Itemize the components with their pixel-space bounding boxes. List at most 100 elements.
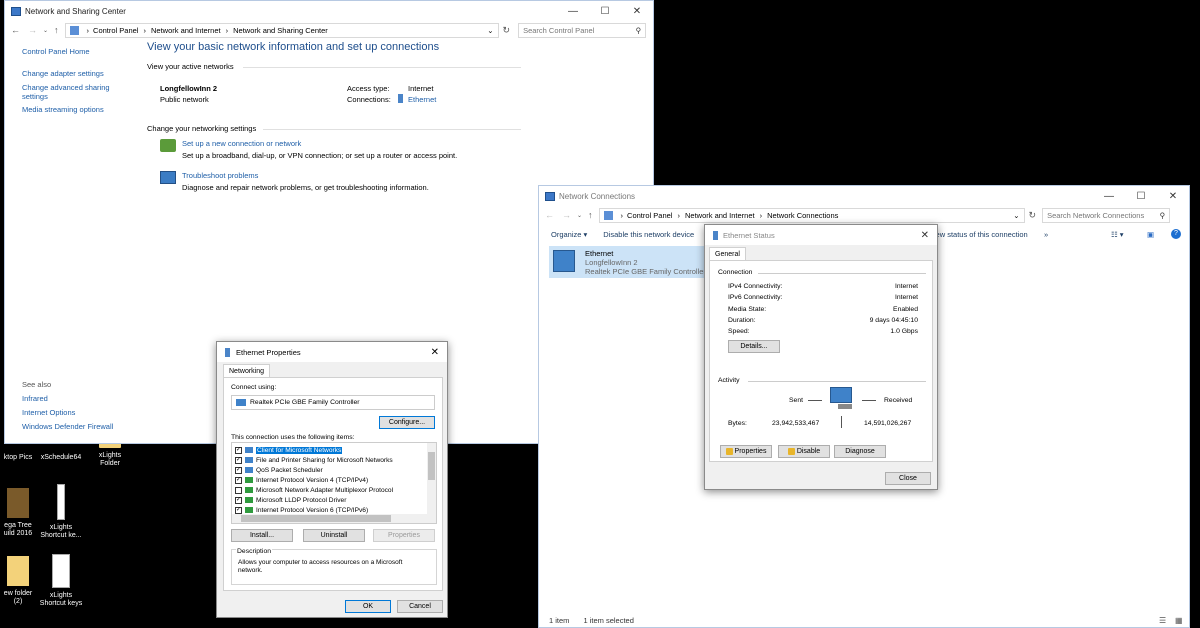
refresh-icon[interactable]: ↻: [1029, 210, 1037, 221]
breadcrumb-item[interactable]: Network and Internet: [151, 26, 221, 35]
desktop-icon-xlights-keys[interactable]: xLights Shortcut keys: [38, 554, 84, 608]
checkbox[interactable]: [235, 486, 242, 494]
search-input[interactable]: Search Network Connections ⚲: [1042, 207, 1171, 223]
refresh-icon[interactable]: ↻: [503, 25, 511, 36]
close-button[interactable]: ✕: [431, 347, 439, 358]
view-status-button[interactable]: View status of this connection: [929, 230, 1028, 239]
checkbox[interactable]: ✓: [235, 476, 242, 484]
troubleshoot-link[interactable]: Troubleshoot problems: [182, 171, 258, 180]
view-options-icon[interactable]: ☷ ▾: [1111, 230, 1124, 239]
desktop-icon-xlights-shortcut[interactable]: xLights Shortcut ke...: [38, 484, 84, 540]
breadcrumb-item[interactable]: Control Panel: [627, 211, 672, 220]
connect-using-label: Connect using:: [231, 384, 277, 391]
desktop-icon-label: ew folder (2): [3, 590, 33, 605]
window-titlebar[interactable]: Network and Sharing Center — ☐ ✕: [5, 1, 653, 21]
checkbox[interactable]: ✓: [235, 496, 242, 504]
sidebar-item-adapter[interactable]: Change adapter settings: [22, 69, 132, 78]
address-box[interactable]: › Control Panel › Network and Internet ›…: [64, 22, 499, 38]
back-arrow-icon[interactable]: ←: [545, 210, 554, 220]
address-bar-row: ← → ⌄ ↑ › Control Panel › Network and In…: [539, 206, 1189, 224]
chevron-down-icon[interactable]: ⌄: [1013, 211, 1019, 220]
breadcrumb-item[interactable]: Network and Sharing Center: [233, 26, 328, 35]
preview-pane-icon[interactable]: ▣: [1147, 230, 1154, 239]
active-networks-heading: View your active networks: [147, 62, 234, 71]
disable-device-button[interactable]: Disable this network device: [603, 230, 694, 239]
breadcrumb-item[interactable]: Control Panel: [93, 26, 138, 35]
status-close-button[interactable]: Close: [885, 472, 931, 485]
sidebar-item-sharing[interactable]: Change advanced sharing settings: [22, 83, 114, 101]
protocol-icon: [245, 497, 253, 503]
vertical-scrollbar[interactable]: [427, 443, 436, 515]
bytes-label: Bytes:: [728, 420, 747, 427]
window-title: Network Connections: [559, 191, 636, 201]
sidebar-home-link[interactable]: Control Panel Home: [22, 47, 132, 56]
back-arrow-icon[interactable]: ←: [11, 25, 20, 35]
setup-connection-link[interactable]: Set up a new connection or network: [182, 139, 301, 148]
item-properties-button[interactable]: Properties: [373, 529, 435, 542]
list-item[interactable]: ✓ File and Printer Sharing for Microsoft …: [235, 455, 393, 465]
tab-networking[interactable]: Networking: [223, 364, 271, 378]
minimize-button[interactable]: —: [557, 1, 589, 21]
chevron-down-icon[interactable]: ⌄: [487, 26, 493, 35]
configure-button[interactable]: Configure...: [379, 416, 435, 429]
checkbox[interactable]: ✓: [235, 446, 242, 454]
service-icon: [245, 467, 253, 473]
checkbox[interactable]: ✓: [235, 506, 242, 514]
forward-arrow-icon[interactable]: →: [562, 210, 571, 220]
adapter-item[interactable]: Ethernet LongfellowInn 2 Realtek PCIe GB…: [549, 246, 707, 278]
horizontal-scrollbar[interactable]: [232, 514, 436, 523]
see-also-infrared[interactable]: Infrared: [22, 394, 113, 403]
dialog-titlebar[interactable]: Ethernet Status ✕: [705, 225, 937, 245]
dialog-titlebar[interactable]: Ethernet Properties ✕: [217, 342, 447, 362]
up-arrow-icon[interactable]: ↑: [588, 210, 593, 220]
scrollbar-thumb[interactable]: [241, 515, 391, 522]
recent-chevron-icon[interactable]: ⌄: [577, 212, 582, 219]
ethernet-connection-link[interactable]: Ethernet: [408, 95, 436, 104]
window-titlebar[interactable]: Network Connections — ☐ ✕: [539, 186, 1189, 206]
see-also-firewall[interactable]: Windows Defender Firewall: [22, 422, 113, 431]
scrollbar-thumb[interactable]: [428, 452, 435, 480]
desktop-icon-new-folder[interactable]: ew folder (2): [0, 556, 36, 606]
help-icon[interactable]: ?: [1171, 229, 1181, 239]
maximize-button[interactable]: ☐: [589, 1, 621, 21]
access-type-value: Internet: [408, 84, 434, 93]
checkbox[interactable]: ✓: [235, 466, 242, 474]
list-item[interactable]: Microsoft Network Adapter Multiplexor Pr…: [235, 485, 393, 495]
breadcrumb-item[interactable]: Network Connections: [767, 211, 838, 220]
close-button[interactable]: ✕: [921, 230, 929, 241]
ok-button[interactable]: OK: [345, 600, 391, 613]
list-item[interactable]: ✓ QoS Packet Scheduler: [235, 465, 393, 475]
address-box[interactable]: › Control Panel › Network and Internet ›…: [598, 207, 1025, 223]
status-diagnose-button[interactable]: Diagnose: [834, 445, 886, 458]
list-item[interactable]: ✓ Internet Protocol Version 4 (TCP/IPv4): [235, 475, 393, 485]
close-button[interactable]: ✕: [621, 1, 653, 21]
uninstall-button[interactable]: Uninstall: [303, 529, 365, 542]
large-icons-view-icon[interactable]: ▦: [1175, 616, 1183, 625]
cancel-button[interactable]: Cancel: [397, 600, 443, 613]
maximize-button[interactable]: ☐: [1125, 186, 1157, 206]
details-view-icon[interactable]: ☰: [1159, 616, 1166, 625]
more-commands-button[interactable]: »: [1044, 230, 1048, 239]
checkbox[interactable]: ✓: [235, 456, 242, 464]
minimize-button[interactable]: —: [1093, 186, 1125, 206]
list-item[interactable]: ✓ Client for Microsoft Networks: [235, 445, 393, 455]
search-input[interactable]: Search Control Panel ⚲: [518, 22, 647, 38]
close-button[interactable]: ✕: [1157, 186, 1189, 206]
see-also-internet-options[interactable]: Internet Options: [22, 408, 113, 417]
shield-icon: [787, 448, 795, 455]
divider: [758, 273, 926, 274]
desktop-icon-megatree[interactable]: ega Tree uild 2016: [0, 488, 36, 538]
tab-general[interactable]: General: [709, 247, 746, 261]
organize-button[interactable]: Organize ▾: [551, 230, 587, 239]
list-item[interactable]: ✓ Microsoft LLDP Protocol Driver: [235, 495, 393, 505]
sidebar-item-media[interactable]: Media streaming options: [22, 105, 132, 114]
details-button[interactable]: Details...: [728, 340, 780, 353]
up-arrow-icon[interactable]: ↑: [54, 25, 59, 35]
status-disable-button[interactable]: Disable: [778, 445, 830, 458]
recent-chevron-icon[interactable]: ⌄: [43, 27, 48, 34]
forward-arrow-icon[interactable]: →: [28, 25, 37, 35]
install-button[interactable]: Install...: [231, 529, 293, 542]
connections-label: Connections:: [347, 95, 391, 104]
breadcrumb-item[interactable]: Network and Internet: [685, 211, 755, 220]
status-properties-button[interactable]: Properties: [720, 445, 772, 458]
